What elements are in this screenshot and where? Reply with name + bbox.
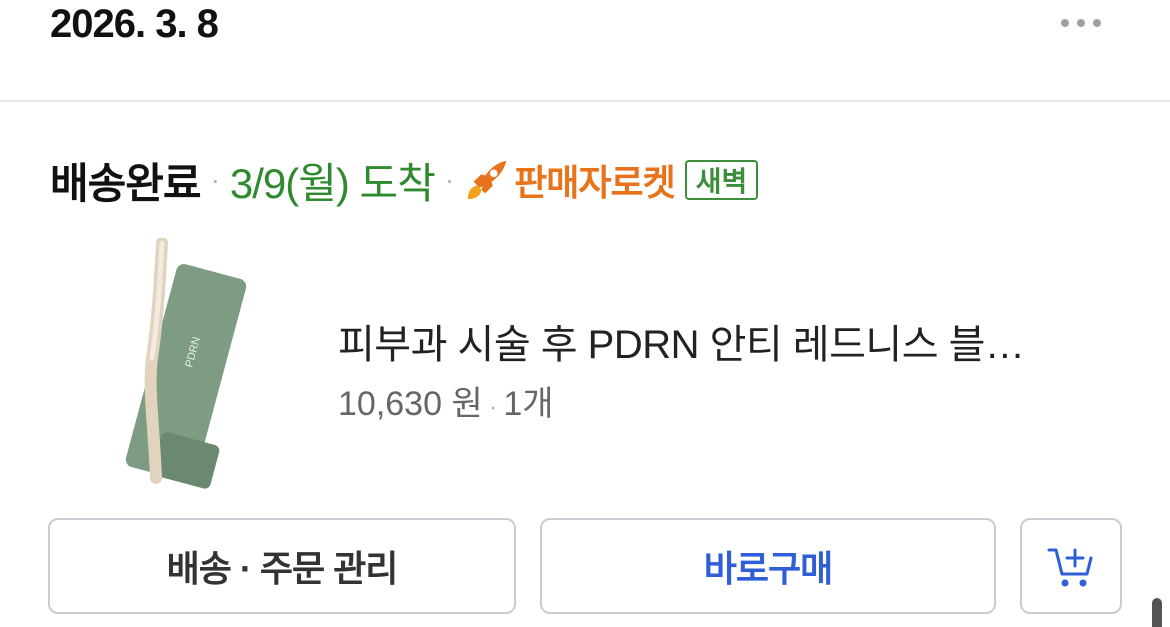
header-divider: [0, 100, 1170, 102]
cart-add-icon: [1047, 548, 1093, 587]
seller-rocket-label: 판매자로켓: [514, 162, 676, 203]
order-card: 2026. 3. 8 배송완료 · 3/9(월) 도착 · 판매자로켓 새벽 P…: [0, 0, 1170, 627]
more-icon-dot: [1061, 19, 1069, 27]
more-icon-dot: [1093, 19, 1101, 27]
scrollbar-thumb[interactable]: [1152, 598, 1162, 627]
delivery-order-manage-button[interactable]: 배송 · 주문 관리: [48, 518, 516, 614]
add-to-cart-button[interactable]: [1020, 518, 1122, 614]
product-image[interactable]: PDRN: [100, 238, 270, 493]
delivery-status: 배송완료: [50, 159, 202, 207]
product-meta: 10,630 원 · 1개: [338, 376, 554, 425]
dawn-delivery-badge: 새벽: [684, 160, 759, 200]
separator-dot: ·: [488, 391, 498, 421]
separator-dot: ·: [444, 164, 455, 195]
buy-button-label: 바로구매: [703, 548, 833, 589]
product-price: 10,630 원: [338, 385, 483, 423]
product-name[interactable]: 피부과 시술 후 PDRN 안티 레드니스 블…: [338, 312, 1118, 370]
delivery-status-row: 배송완료 · 3/9(월) 도착 · 판매자로켓 새벽: [50, 150, 759, 210]
rocket-icon: [468, 160, 507, 200]
manage-button-label: 배송 · 주문 관리: [166, 548, 399, 589]
arrival-date: 3/9(월) 도착: [229, 159, 436, 207]
separator-dot: ·: [210, 164, 220, 195]
more-options-button[interactable]: [1052, 8, 1110, 38]
buy-now-button[interactable]: 바로구매: [540, 518, 996, 614]
order-date: 2026. 3. 8: [50, 2, 219, 46]
order-header: 2026. 3. 8: [0, 0, 1170, 102]
more-icon-dot: [1077, 19, 1085, 27]
product-quantity: 1개: [503, 385, 554, 423]
